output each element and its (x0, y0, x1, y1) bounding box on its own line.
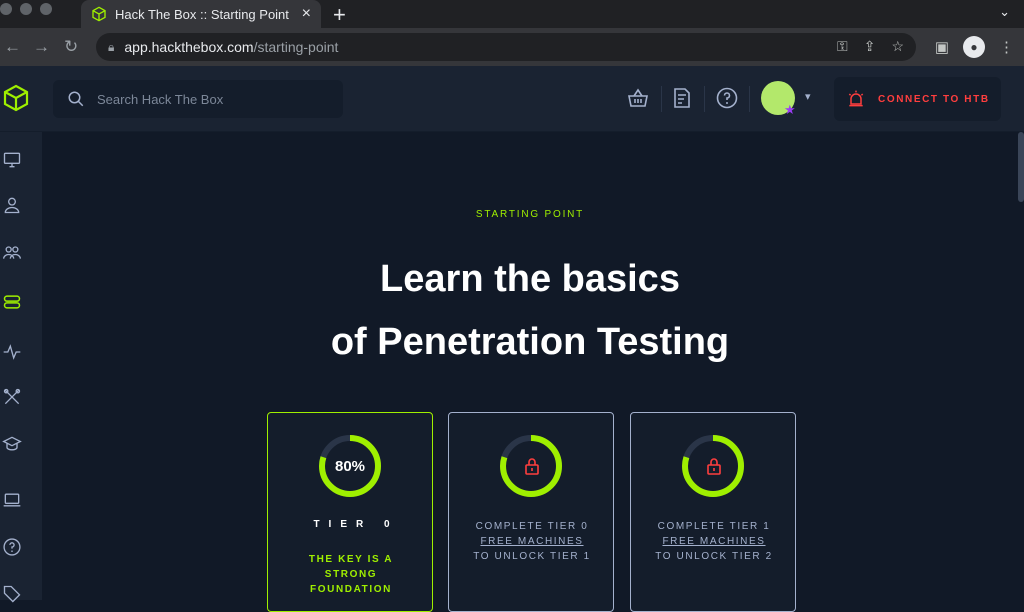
left-sidebar (0, 132, 42, 603)
back-arrow-icon[interactable]: ← (4, 37, 21, 57)
tier-card-1[interactable]: COMPLETE TIER 0 FREE MACHINES TO UNLOCK … (448, 412, 614, 612)
reload-icon[interactable]: ↻ (64, 37, 78, 57)
starting-point-servers-icon[interactable] (2, 292, 22, 312)
help-question-icon[interactable] (715, 86, 739, 110)
alarm-icon (848, 90, 864, 107)
tools-crossed-icon[interactable] (2, 387, 22, 407)
main-content: STARTING POINT Learn the basics of Penet… (42, 132, 1018, 612)
new-tab-icon[interactable]: + (333, 2, 346, 28)
search-icon (68, 91, 84, 107)
url-domain: app.hackthebox.com (124, 39, 254, 55)
tab-title: Hack The Box :: Starting Point (115, 6, 289, 22)
headline-line-1: Learn the basics (380, 258, 680, 300)
tier-label: TIER 0 (313, 519, 399, 530)
section-kicker: STARTING POINT (475, 209, 585, 220)
header-divider (704, 86, 705, 112)
bookmark-star-icon[interactable]: ☆ (891, 38, 904, 55)
unlock-line: TO UNLOCK TIER 1 (473, 551, 591, 562)
unlock-line: TO UNLOCK TIER 2 (655, 551, 773, 562)
htb-logo-icon[interactable] (3, 84, 29, 112)
forward-arrow-icon[interactable]: → (33, 37, 50, 57)
unlock-requirement: COMPLETE TIER 1 FREE MACHINES TO UNLOCK … (631, 519, 797, 564)
share-icon[interactable]: ⇪ (864, 38, 876, 55)
close-window-dot[interactable] (0, 3, 12, 15)
page-scrollbar[interactable] (1018, 132, 1024, 202)
rank-star-icon: ★ (784, 102, 796, 117)
maximize-window-dot[interactable] (40, 3, 52, 15)
browser-tab-strip: Hack The Box :: Starting Point × + ⌄ (0, 0, 1024, 28)
sidepanel-icon[interactable]: ▣ (935, 38, 949, 56)
academy-graduation-cap-icon[interactable] (2, 434, 22, 454)
chevron-down-icon[interactable]: ▾ (805, 90, 811, 103)
profile-icon[interactable]: ● (963, 36, 985, 58)
url-path: /starting-point (253, 39, 339, 55)
search-input[interactable]: Search Hack The Box (97, 92, 223, 107)
tagline-line: STRONG (324, 569, 378, 580)
tier-progress-label: 80% (334, 457, 366, 475)
tier-tagline: THE KEY IS A STRONG FOUNDATION (268, 552, 434, 597)
tier-card-0[interactable]: 80% TIER 0 THE KEY IS A STRONG FOUNDATIO… (267, 412, 433, 612)
free-machines-link[interactable]: FREE MACHINES (631, 534, 797, 549)
url-text: app.hackthebox.com/starting-point (124, 39, 338, 55)
page-title: Learn the basics of Penetration Testing (42, 248, 1018, 374)
free-machines-link[interactable]: FREE MACHINES (449, 534, 615, 549)
htb-favicon-icon (92, 6, 106, 22)
window-controls (0, 3, 52, 15)
lock-icon: 🔒︎ (108, 39, 115, 54)
connect-to-htb-button[interactable]: CONNECT TO HTB (834, 77, 1001, 121)
tagline-line: THE KEY IS A (308, 554, 394, 565)
address-bar[interactable]: 🔒︎ app.hackthebox.com/starting-point ⚿ ⇪… (96, 33, 916, 61)
app-header: Search Hack The Box ★ ▾ CONNECT TO HTB (0, 66, 1024, 132)
tab-menu-chevron-icon[interactable]: ⌄ (999, 4, 1010, 20)
header-divider (749, 86, 750, 112)
locked-padlock-icon (525, 458, 539, 475)
activity-pulse-icon[interactable] (2, 342, 22, 362)
minimize-window-dot[interactable] (20, 3, 32, 15)
headline-line-2: of Penetration Testing (330, 321, 730, 363)
key-icon[interactable]: ⚿ (837, 38, 848, 55)
tagline-line: FOUNDATION (310, 584, 392, 595)
basket-icon[interactable] (626, 86, 650, 110)
browser-tab-active[interactable]: Hack The Box :: Starting Point × (81, 0, 321, 28)
tab-close-icon[interactable]: × (302, 5, 311, 23)
unlock-line: COMPLETE TIER 0 (475, 521, 589, 532)
unlock-line: COMPLETE TIER 1 (657, 521, 771, 532)
profile-user-icon[interactable] (2, 195, 22, 215)
laptop-icon[interactable] (2, 490, 22, 510)
help-circle-icon[interactable] (2, 537, 22, 557)
dashboard-monitor-icon[interactable] (2, 150, 22, 170)
changelog-icon[interactable] (670, 86, 694, 110)
kebab-menu-icon[interactable]: ⋮ (999, 38, 1014, 56)
connect-label: CONNECT TO HTB (878, 93, 990, 105)
search-bar[interactable]: Search Hack The Box (53, 80, 343, 118)
tier-card-2[interactable]: COMPLETE TIER 1 FREE MACHINES TO UNLOCK … (630, 412, 796, 612)
unlock-requirement: COMPLETE TIER 0 FREE MACHINES TO UNLOCK … (449, 519, 615, 564)
header-divider (661, 86, 662, 112)
tag-icon[interactable] (2, 584, 22, 604)
teams-icon[interactable] (2, 242, 22, 262)
browser-toolbar: ← → ↻ 🔒︎ app.hackthebox.com/starting-poi… (0, 28, 1024, 66)
locked-padlock-icon (707, 458, 721, 475)
